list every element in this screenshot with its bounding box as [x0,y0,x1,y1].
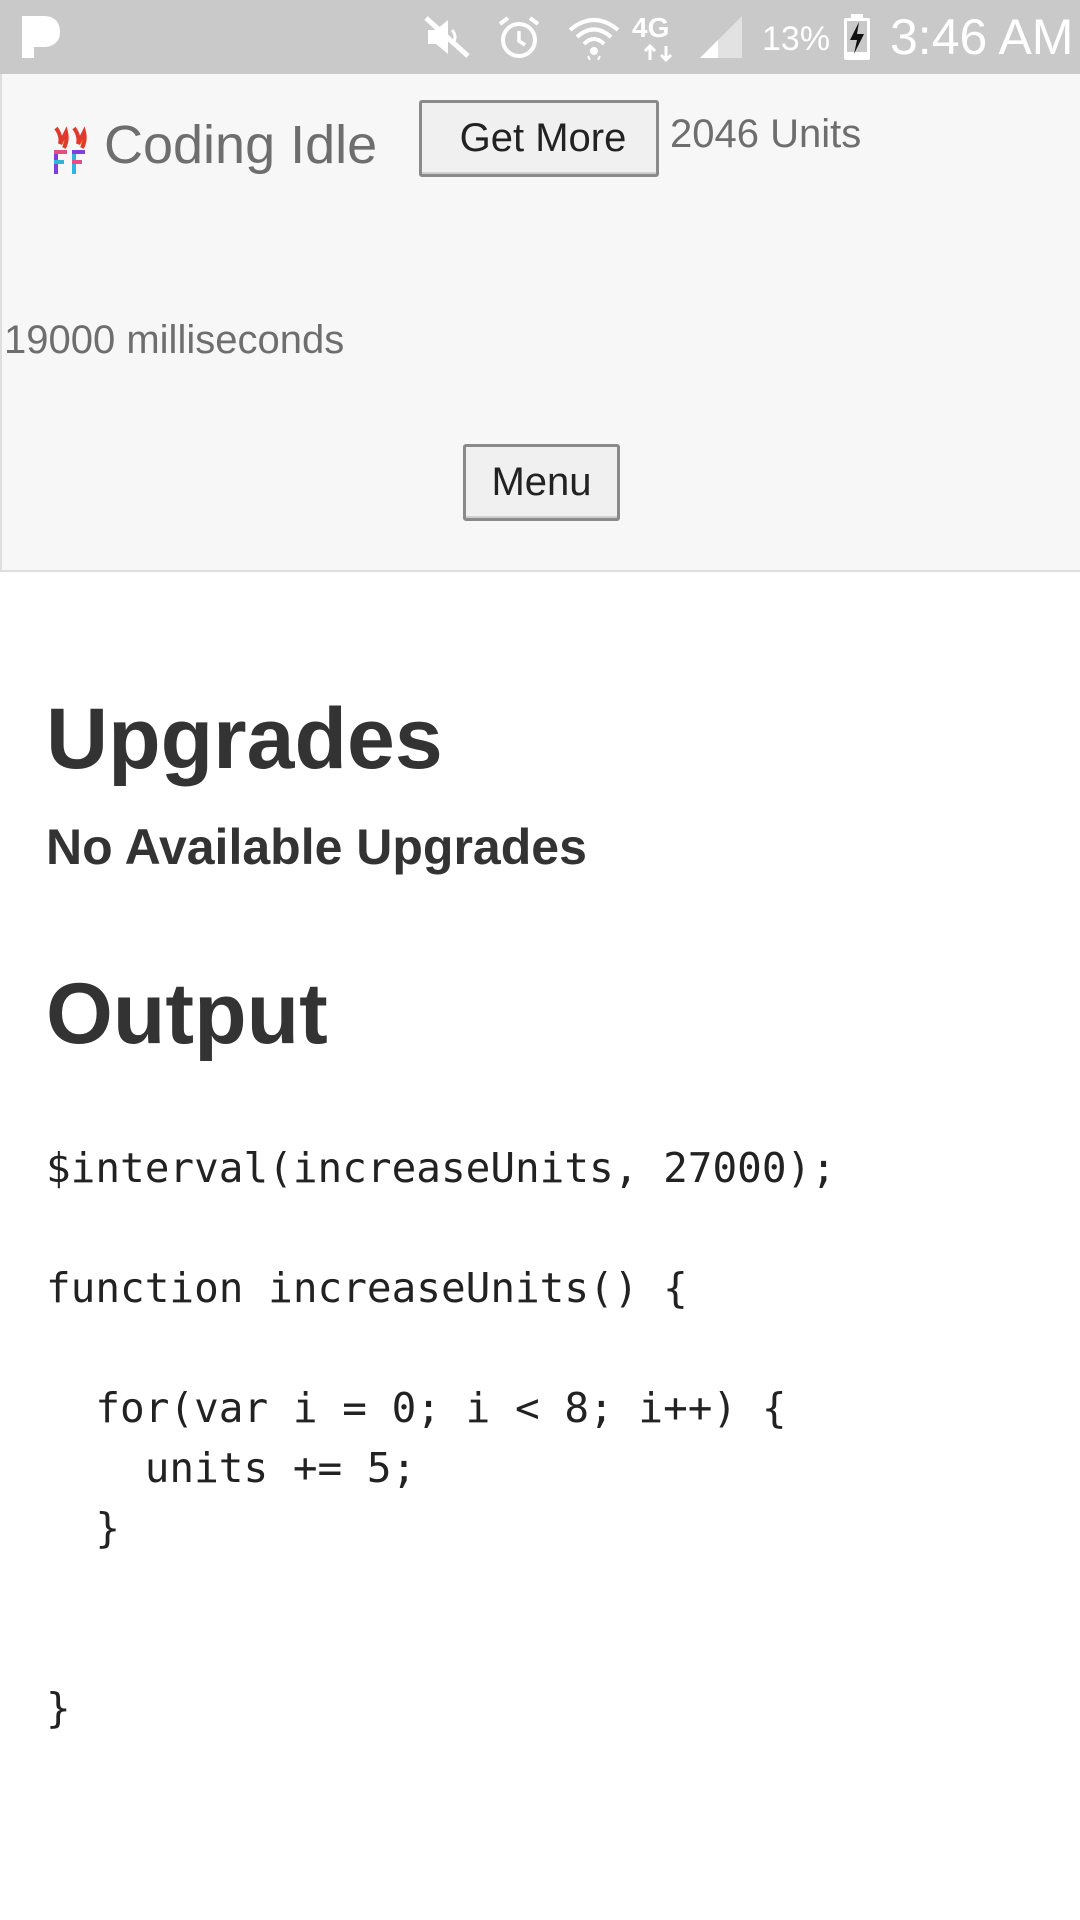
battery-charging-icon [844,14,870,60]
signal-icon [700,16,742,58]
app-title: Coding Idle [104,115,378,175]
get-more-button[interactable]: Get More [419,100,659,177]
no-upgrades-text: No Available Upgrades [46,819,587,875]
alarm-icon [498,16,540,58]
battery-percent: 13% [762,20,831,58]
app-logo-icon [54,126,87,174]
wifi-icon [568,18,620,60]
4g-icon: 4G [632,12,670,43]
status-bar: 4G 13% 3:46 AM [0,0,1080,74]
clock: 3:46 AM [890,9,1074,65]
output-heading: Output [46,966,328,1062]
interval-timer: 19000 milliseconds [4,318,345,362]
mute-icon [424,16,470,58]
pandora-icon [22,16,60,58]
menu-button[interactable]: Menu [463,444,620,521]
units-counter: 2046 Units [670,112,862,156]
upgrades-heading: Upgrades [46,691,443,787]
game-header-panel: Coding Idle Get More 2046 Units 19000 mi… [0,74,1080,572]
output-code-block: $interval(increaseUnits, 27000); functio… [46,1144,836,1732]
data-arrows-icon [643,44,673,62]
